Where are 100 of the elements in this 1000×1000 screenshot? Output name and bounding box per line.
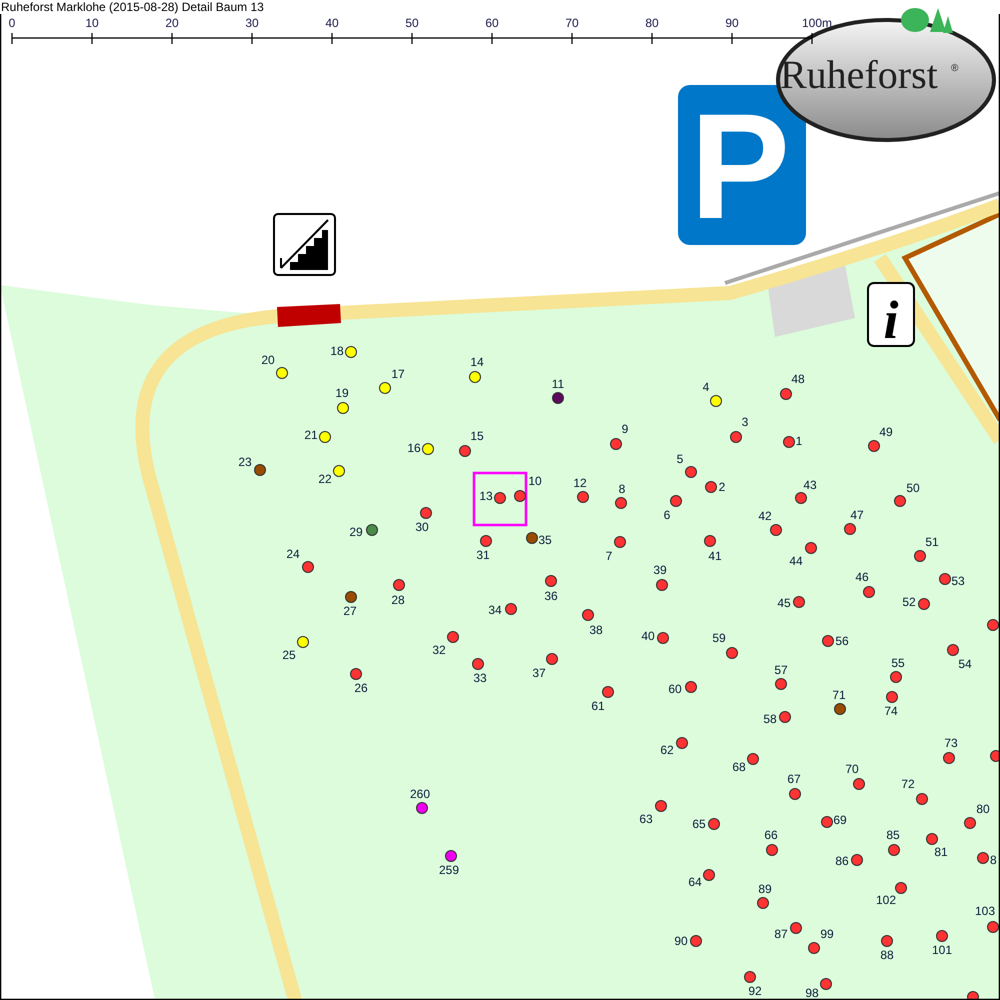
registered-mark: ® — [951, 63, 958, 74]
tree-number: 92 — [748, 984, 762, 998]
tree-number: 15 — [470, 429, 484, 443]
scale-label: 40 — [325, 16, 339, 30]
tree-number: 12 — [573, 476, 587, 490]
tree-number: 88 — [880, 948, 894, 962]
tree-number: 103 — [974, 904, 996, 918]
tree-number: 22 — [318, 472, 332, 486]
tree-number: 32 — [432, 643, 446, 657]
tree-number: 59 — [712, 631, 726, 645]
tree-number: 21 — [304, 428, 318, 442]
tree-number: 80 — [976, 802, 990, 816]
tree-number: 71 — [832, 688, 846, 702]
tree-number: 30 — [415, 520, 429, 534]
tree-number: 81 — [934, 845, 948, 859]
tree-number: 49 — [879, 425, 893, 439]
tree-number: 63 — [639, 812, 653, 826]
tree-number: 89 — [758, 882, 772, 896]
tree-number: 74 — [884, 704, 898, 718]
tree-number: 8 — [618, 482, 626, 496]
tree-number: 43 — [803, 478, 817, 492]
tree-number: 16 — [407, 441, 421, 455]
tree-number: 4 — [702, 380, 710, 394]
tree-number: 56 — [835, 634, 849, 648]
tree-number: 58 — [763, 712, 777, 726]
tree-number: 41 — [708, 549, 722, 563]
tree-number: 87 — [774, 927, 788, 941]
scale-label: 30 — [245, 16, 259, 30]
tree-number: 10 — [528, 474, 542, 488]
tree-number: 20 — [261, 353, 275, 367]
tree-number: 70 — [845, 762, 859, 776]
tree-number: 33 — [473, 671, 487, 685]
tree-number: 27 — [343, 604, 357, 618]
tree-number: 60 — [668, 682, 682, 696]
tree-number: 62 — [660, 743, 674, 757]
scale-label: 60 — [485, 16, 499, 30]
tree-number: 50 — [906, 481, 920, 495]
scale-label: 100m — [802, 16, 832, 30]
scale-label: 90 — [725, 16, 739, 30]
tree-number: 14 — [470, 355, 484, 369]
tree-number: 260 — [410, 787, 430, 801]
tree-number: 9 — [622, 422, 628, 436]
tree-number: 46 — [855, 570, 869, 584]
tree-number: 64 — [688, 875, 702, 889]
tree-number: 25 — [282, 648, 296, 662]
tree-number: 73 — [944, 736, 958, 750]
tree-number: 39 — [653, 563, 667, 577]
map-title: Ruheforst Marklohe (2015-08-28) Detail Baum 13 — [1, 0, 264, 14]
tree-number: 24 — [286, 547, 300, 561]
scale-label: 50 — [405, 16, 419, 30]
tree-number: 69 — [833, 813, 847, 827]
tree-number: 57 — [774, 663, 788, 677]
tree-number: 259 — [438, 863, 460, 877]
tree-number: 29 — [349, 525, 363, 539]
tree-number: 37 — [532, 666, 546, 680]
tree-number: 61 — [591, 699, 605, 713]
scale-label: 70 — [565, 16, 579, 30]
tree-number: 44 — [789, 554, 803, 568]
tree-number: 35 — [538, 533, 552, 547]
tree-number: 38 — [589, 623, 603, 637]
scale-label: 10 — [85, 16, 99, 30]
tree-number: 53 — [951, 574, 965, 588]
tree-number: 52 — [902, 595, 916, 609]
tree-number: 36 — [544, 589, 558, 603]
tree-number: 86 — [835, 854, 849, 868]
tree-number: 5 — [676, 452, 684, 466]
tree-number: 11 — [552, 377, 564, 391]
tree-number: 55 — [891, 656, 905, 670]
tree-number: 7 — [606, 549, 612, 563]
tree-number: 68 — [732, 760, 746, 774]
tree-number: 2 — [718, 480, 726, 494]
tree-number: 90 — [674, 934, 688, 948]
tree-number: 85 — [886, 828, 900, 842]
tree-number: 101 — [932, 943, 952, 957]
info-sign: i — [867, 282, 915, 350]
tree-number: 1 — [796, 434, 802, 448]
tree-number: 31 — [476, 548, 490, 562]
tree-number: 102 — [876, 893, 896, 907]
tree-number: 45 — [777, 596, 791, 610]
tree-number: 67 — [787, 772, 801, 786]
tree-number: 23 — [238, 455, 252, 469]
tree-number: 26 — [354, 681, 368, 695]
tree-number: 19 — [335, 386, 349, 400]
scale-label: 0 — [8, 16, 16, 30]
tree-number: 42 — [758, 509, 772, 523]
tree-number: 72 — [901, 777, 915, 791]
tree-number: 51 — [925, 535, 939, 549]
tree-number: 17 — [391, 367, 405, 381]
scale-label: 20 — [165, 16, 179, 30]
tree-number: 48 — [791, 372, 805, 386]
tree-number: 98 — [805, 986, 819, 1000]
tree-number: 40 — [641, 629, 655, 643]
scale-label: 80 — [645, 16, 659, 30]
tree-number: 65 — [692, 817, 706, 831]
tree-number: 47 — [850, 508, 864, 522]
tree-number: 34 — [488, 603, 502, 617]
tree-number: 8 — [990, 853, 997, 867]
tree-number: 3 — [742, 415, 748, 429]
tree-number: 13 — [479, 489, 493, 503]
tree-number: 54 — [958, 657, 972, 671]
